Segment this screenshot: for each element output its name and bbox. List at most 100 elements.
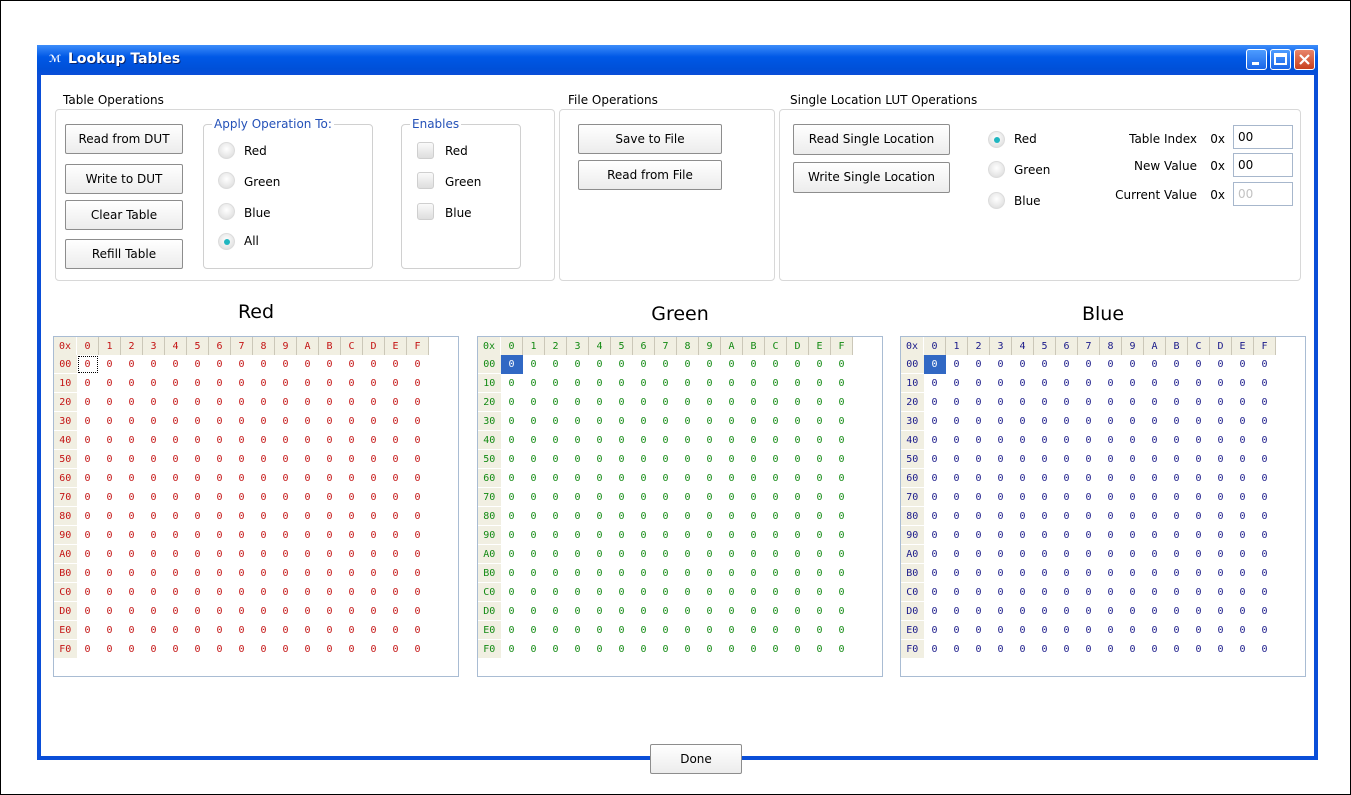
lut-cell[interactable]: 0: [231, 507, 253, 526]
lut-cell[interactable]: 0: [341, 621, 363, 640]
lut-cell[interactable]: 0: [765, 621, 787, 640]
lut-cell[interactable]: 0: [165, 355, 187, 374]
lut-cell[interactable]: 0: [1188, 355, 1210, 374]
lut-cell[interactable]: 0: [545, 393, 567, 412]
lut-cell[interactable]: 0: [743, 412, 765, 431]
lut-cell[interactable]: 0: [1232, 621, 1254, 640]
lut-cell[interactable]: 0: [253, 412, 275, 431]
lut-cell[interactable]: 0: [319, 526, 341, 545]
lut-cell[interactable]: 0: [1012, 564, 1034, 583]
lut-cell[interactable]: 0: [143, 488, 165, 507]
lut-cell[interactable]: 0: [1012, 412, 1034, 431]
lut-cell[interactable]: 0: [319, 488, 341, 507]
lut-cell[interactable]: 0: [924, 488, 946, 507]
lut-cell[interactable]: 0: [699, 507, 721, 526]
lut-cell[interactable]: 0: [1232, 564, 1254, 583]
lut-cell[interactable]: 0: [765, 374, 787, 393]
lut-cell[interactable]: 0: [699, 621, 721, 640]
lut-cell[interactable]: 0: [1122, 526, 1144, 545]
lut-cell[interactable]: 0: [946, 450, 968, 469]
lut-cell[interactable]: 0: [297, 488, 319, 507]
lut-cell[interactable]: 0: [743, 488, 765, 507]
lut-cell[interactable]: 0: [1210, 545, 1232, 564]
lut-cell[interactable]: 0: [589, 488, 611, 507]
lut-cell[interactable]: 0: [1078, 488, 1100, 507]
lut-cell[interactable]: 0: [319, 602, 341, 621]
lut-cell[interactable]: 0: [121, 450, 143, 469]
lut-cell[interactable]: 0: [319, 393, 341, 412]
lut-cell[interactable]: 0: [699, 602, 721, 621]
red-lut-grid[interactable]: 0x 0 1 2 3 4 5 6 7 8 9 A B C D E F 00 0 0 0 0 0 0 0 0 0 0 0 0 0 0 0 0 10 0 0…: [53, 336, 459, 677]
lut-cell[interactable]: 0: [1210, 431, 1232, 450]
lut-cell[interactable]: 0: [721, 393, 743, 412]
lut-cell[interactable]: 0: [363, 393, 385, 412]
lut-cell[interactable]: 0: [385, 564, 407, 583]
lut-cell[interactable]: 0: [946, 640, 968, 659]
lut-cell[interactable]: 0: [1100, 602, 1122, 621]
lut-cell[interactable]: 0: [1232, 374, 1254, 393]
lut-cell[interactable]: 0: [253, 488, 275, 507]
lut-cell[interactable]: 0: [121, 488, 143, 507]
lut-cell[interactable]: 0: [924, 583, 946, 602]
lut-cell[interactable]: 0: [341, 355, 363, 374]
lut-cell[interactable]: 0: [1122, 450, 1144, 469]
lut-cell[interactable]: 0: [501, 507, 523, 526]
lut-cell[interactable]: 0: [743, 640, 765, 659]
lut-cell[interactable]: 0: [275, 412, 297, 431]
lut-cell[interactable]: 0: [831, 545, 853, 564]
apply-red-radio[interactable]: [218, 142, 235, 159]
lut-cell[interactable]: 0: [1232, 412, 1254, 431]
lut-cell[interactable]: 0: [809, 564, 831, 583]
lut-cell[interactable]: 0: [407, 431, 429, 450]
lut-cell[interactable]: 0: [1144, 640, 1166, 659]
lut-cell[interactable]: 0: [1012, 621, 1034, 640]
lut-cell[interactable]: 0: [633, 374, 655, 393]
lut-cell[interactable]: 0: [501, 564, 523, 583]
lut-cell[interactable]: 0: [253, 469, 275, 488]
lut-cell[interactable]: 0: [187, 640, 209, 659]
lut-cell[interactable]: 0: [743, 450, 765, 469]
lut-cell[interactable]: 0: [319, 621, 341, 640]
lut-cell[interactable]: 0: [363, 545, 385, 564]
lut-cell[interactable]: 0: [545, 374, 567, 393]
lut-cell[interactable]: 0: [209, 374, 231, 393]
lut-cell[interactable]: 0: [567, 621, 589, 640]
lut-cell[interactable]: 0: [567, 507, 589, 526]
lut-cell[interactable]: 0: [523, 412, 545, 431]
lut-cell[interactable]: 0: [407, 355, 429, 374]
lut-cell[interactable]: 0: [1210, 469, 1232, 488]
lut-cell[interactable]: 0: [611, 564, 633, 583]
lut-cell[interactable]: 0: [968, 355, 990, 374]
lut-cell[interactable]: 0: [385, 526, 407, 545]
lut-cell[interactable]: 0: [946, 564, 968, 583]
lut-cell[interactable]: 0: [589, 640, 611, 659]
lut-cell[interactable]: 0: [1078, 450, 1100, 469]
lut-cell[interactable]: 0: [1078, 412, 1100, 431]
lut-cell[interactable]: 0: [1034, 393, 1056, 412]
lut-cell[interactable]: 0: [1144, 355, 1166, 374]
lut-cell[interactable]: 0: [831, 355, 853, 374]
lut-cell[interactable]: 0: [831, 507, 853, 526]
lut-cell[interactable]: 0: [946, 526, 968, 545]
lut-cell[interactable]: 0: [121, 545, 143, 564]
lut-cell[interactable]: 0: [1166, 583, 1188, 602]
lut-cell[interactable]: 0: [187, 393, 209, 412]
lut-cell[interactable]: 0: [187, 621, 209, 640]
lut-cell[interactable]: 0: [99, 450, 121, 469]
lut-cell[interactable]: 0: [1122, 602, 1144, 621]
lut-cell[interactable]: 0: [319, 431, 341, 450]
lut-cell[interactable]: 0: [1034, 450, 1056, 469]
lut-cell[interactable]: 0: [209, 545, 231, 564]
lut-cell[interactable]: 0: [699, 526, 721, 545]
lut-cell[interactable]: 0: [363, 640, 385, 659]
lut-cell[interactable]: 0: [1166, 488, 1188, 507]
lut-cell[interactable]: 0: [611, 431, 633, 450]
lut-cell[interactable]: 0: [363, 564, 385, 583]
lut-cell[interactable]: 0: [1012, 431, 1034, 450]
lut-cell[interactable]: 0: [99, 412, 121, 431]
lut-cell[interactable]: 0: [743, 526, 765, 545]
lut-cell[interactable]: 0: [611, 640, 633, 659]
lut-cell[interactable]: 0: [677, 488, 699, 507]
lut-cell[interactable]: 0: [655, 374, 677, 393]
lut-cell[interactable]: 0: [1100, 640, 1122, 659]
